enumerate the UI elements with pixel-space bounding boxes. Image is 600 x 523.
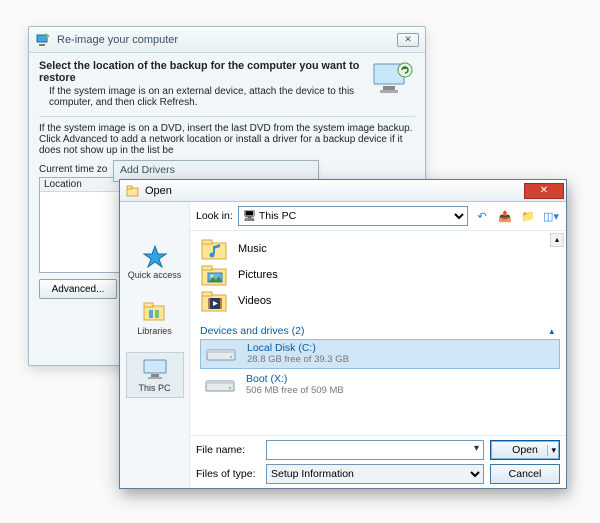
folder-videos[interactable]: Videos (200, 289, 560, 313)
folder-label: Music (238, 243, 267, 255)
drive-free: 28.8 GB free of 39.3 GB (247, 354, 349, 366)
pictures-folder-icon (200, 263, 230, 287)
drive-free: 506 MB free of 509 MB (246, 385, 344, 397)
advanced-button[interactable]: Advanced... (39, 279, 117, 299)
reimage-note: If the system image is on a DVD, insert … (39, 116, 415, 156)
folder-pictures[interactable]: Pictures (200, 263, 560, 287)
reimage-subtext: If the system image is on an external de… (49, 86, 365, 108)
devices-section-header[interactable]: Devices and drives (2) ▴ (200, 325, 560, 337)
chevron-up-icon: ▴ (549, 326, 554, 337)
lookin-label: Look in: (196, 210, 233, 222)
videos-folder-icon (200, 289, 230, 313)
open-title: Open (145, 185, 524, 197)
open-close-button[interactable]: ✕ (524, 183, 564, 199)
place-this-pc[interactable]: This PC (126, 352, 184, 398)
cancel-button[interactable]: Cancel (490, 464, 560, 484)
drive-boot-x[interactable]: Boot (X:) 506 MB free of 509 MB (200, 371, 560, 399)
views-icon[interactable]: ◫▾ (542, 207, 560, 225)
scroll-up-button[interactable]: ▴ (550, 233, 564, 247)
reimage-titlebar[interactable]: Re-image your computer ✕ (29, 27, 425, 53)
file-list-area: ▴ Music Pictures Videos (190, 230, 566, 435)
place-quick-access[interactable]: Quick access (126, 240, 184, 284)
filename-label: File name: (196, 444, 260, 456)
new-folder-icon[interactable]: 📁 (519, 207, 537, 225)
lookin-dropdown[interactable]: 🖥 This PC (238, 206, 468, 226)
reimage-heading: Select the location of the backup for th… (39, 60, 365, 84)
open-app-icon (126, 184, 140, 198)
this-pc-icon (140, 357, 170, 381)
libraries-icon (140, 300, 170, 324)
folder-label: Videos (238, 295, 271, 307)
place-label: Libraries (127, 326, 183, 336)
drive-local-c[interactable]: Local Disk (C:) 28.8 GB free of 39.3 GB (200, 339, 560, 369)
hdd-icon (205, 344, 239, 364)
reimage-title: Re-image your computer (57, 34, 397, 46)
up-one-level-icon[interactable]: 📤 (496, 207, 514, 225)
filename-combobox[interactable] (266, 440, 484, 460)
add-drivers-title: Add Drivers (120, 164, 175, 176)
hdd-icon (204, 375, 238, 395)
drive-name: Boot (X:) (246, 373, 344, 385)
drive-name: Local Disk (C:) (247, 342, 349, 354)
back-icon[interactable]: ↶ (473, 207, 491, 225)
open-dialog: Open ✕ Quick access Libraries This PC Lo… (119, 179, 567, 489)
folder-music[interactable]: Music (200, 237, 560, 261)
music-folder-icon (200, 237, 230, 261)
place-libraries[interactable]: Libraries (126, 296, 184, 340)
place-label: Quick access (127, 270, 183, 280)
star-icon (140, 244, 170, 268)
open-button[interactable]: Open (490, 440, 560, 460)
reimage-close-button[interactable]: ✕ (397, 33, 419, 47)
folder-label: Pictures (238, 269, 278, 281)
filetype-label: Files of type: (196, 468, 260, 480)
section-label: Devices and drives (2) (200, 325, 304, 337)
monitor-restore-icon (371, 60, 415, 98)
filetype-dropdown[interactable]: Setup Information (266, 464, 484, 484)
place-label: This PC (128, 383, 182, 393)
reimage-app-icon (35, 32, 51, 48)
places-bar: Quick access Libraries This PC (120, 202, 190, 488)
open-titlebar[interactable]: Open ✕ (120, 180, 566, 202)
